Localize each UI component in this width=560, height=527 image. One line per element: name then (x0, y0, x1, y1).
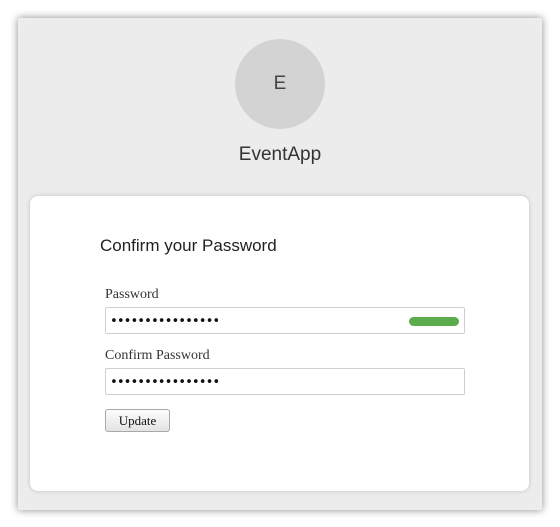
password-label: Password (105, 287, 159, 302)
app-name: EventApp (238, 144, 322, 165)
confirm-password-input[interactable]: •••••••••••••••• (105, 368, 465, 395)
password-card: Confirm your Password Password •••••••••… (30, 196, 529, 491)
password-strength-indicator (409, 317, 459, 326)
app-window: E EventApp Confirm your Password Passwor… (18, 18, 542, 510)
confirm-password-label: Confirm Password (105, 348, 210, 363)
avatar-letter: E (273, 73, 287, 94)
form-title: Confirm your Password (100, 236, 277, 255)
update-button[interactable]: Update (105, 409, 170, 432)
app-avatar: E (235, 39, 325, 129)
